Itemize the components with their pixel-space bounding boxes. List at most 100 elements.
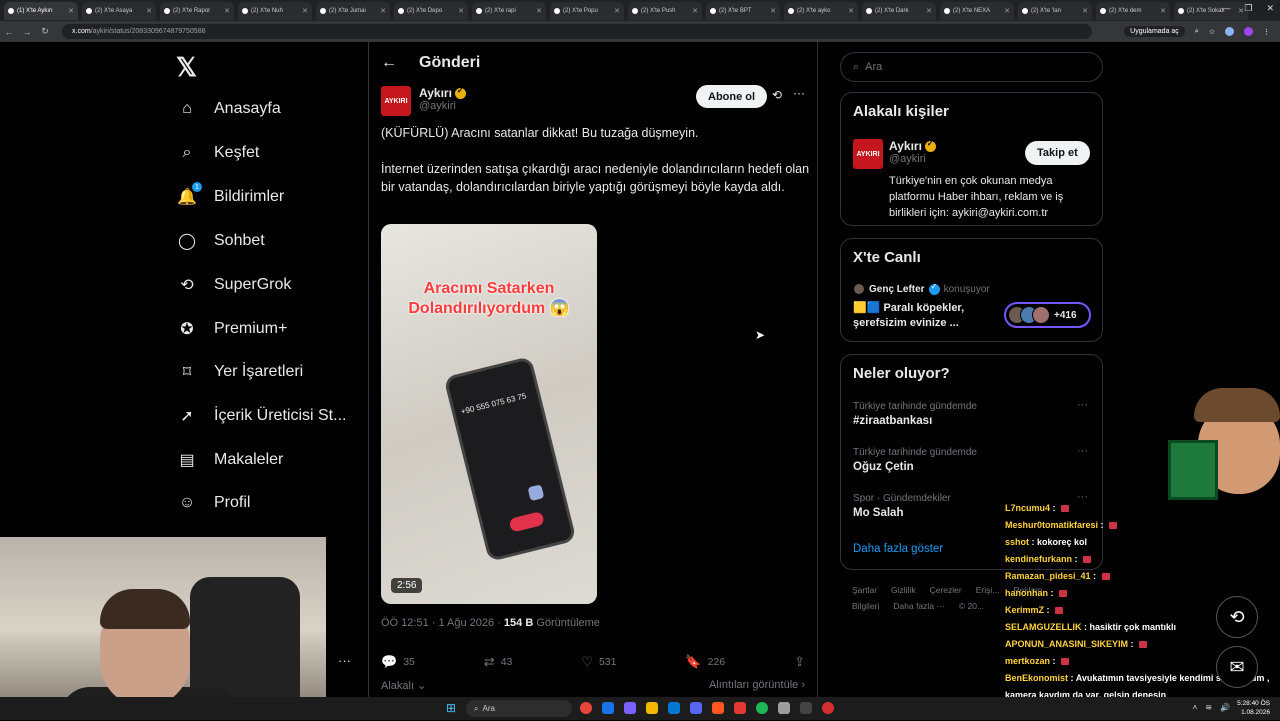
trend-more-icon[interactable]: ···	[1077, 445, 1088, 457]
browser-tab[interactable]: (2) X'te Dark ✕	[862, 1, 936, 20]
back-nav-icon[interactable]: ←	[0, 27, 18, 37]
browser-tab[interactable]: (2) X'te Jumai ✕	[316, 1, 390, 20]
footer-link[interactable]: Erişi...	[976, 585, 1000, 595]
reply-button[interactable]: 💬 35	[381, 654, 415, 670]
live-listeners-pill[interactable]: +416	[1004, 302, 1091, 328]
close-window-icon[interactable]: ✕	[1266, 3, 1274, 14]
folder-icon[interactable]	[646, 702, 658, 714]
messages-fab-icon[interactable]: ✉	[1216, 646, 1258, 688]
close-tab-icon[interactable]: ✕	[224, 7, 230, 15]
browser-tab[interactable]: (2) X'te dem ✕	[1096, 1, 1170, 20]
browser-tab[interactable]: (2) X'te BPT ✕	[706, 1, 780, 20]
chrome-icon[interactable]	[580, 702, 592, 714]
app-icon[interactable]	[778, 702, 790, 714]
footer-link[interactable]: Daha fazla ···	[893, 601, 945, 611]
bookmark-button[interactable]: 🔖 226	[685, 654, 725, 670]
trend-item[interactable]: Spor · Gündemdekiler Mo Salah	[853, 493, 951, 519]
trend-item[interactable]: Türkiye tarihinde gündemde #ziraatbankası	[853, 401, 977, 427]
grok-icon[interactable]: ⟲	[772, 88, 782, 102]
browser-tab[interactable]: (2) X'te Push ✕	[628, 1, 702, 20]
related-sort-dropdown[interactable]: Alakalı ⌄	[381, 679, 426, 692]
close-tab-icon[interactable]: ✕	[380, 7, 386, 15]
avatar[interactable]: AYKIRI	[381, 86, 411, 116]
discord-icon[interactable]	[690, 702, 702, 714]
close-tab-icon[interactable]: ✕	[1160, 7, 1166, 15]
taskbar-search[interactable]: ⌕ Ara	[466, 700, 572, 717]
chevron-up-icon[interactable]: ˄	[1193, 703, 1198, 712]
close-tab-icon[interactable]: ✕	[926, 7, 932, 15]
post-time[interactable]: ÖÖ 12:51 · 1 Ağu 2026 ·	[381, 617, 504, 629]
back-arrow-icon[interactable]: ←	[381, 54, 397, 72]
zoom-icon[interactable]: ⌕	[1195, 28, 1199, 36]
sidebar-item-chat[interactable]: ◯ Sohbet	[176, 230, 265, 252]
author-handle[interactable]: @aykiri	[419, 100, 466, 112]
close-tab-icon[interactable]: ✕	[1004, 7, 1010, 15]
star-icon[interactable]: ☆	[1209, 28, 1215, 36]
app-icon[interactable]	[734, 702, 746, 714]
share-button[interactable]: ⇪	[794, 654, 805, 670]
view-quotes-link[interactable]: Alıntıları görüntüle ›	[709, 679, 805, 692]
footer-link[interactable]: Şartlar	[852, 585, 877, 595]
obs-icon[interactable]	[800, 702, 812, 714]
person-name[interactable]: Aykırı	[889, 139, 922, 153]
close-tab-icon[interactable]: ✕	[770, 7, 776, 15]
browser-tab[interactable]: (2) X'te rapi ✕	[472, 1, 546, 20]
app-icon[interactable]	[822, 702, 834, 714]
close-tab-icon[interactable]: ✕	[614, 7, 620, 15]
taskbar-clock[interactable]: 5:28:40 ÖS 1.08.2026	[1237, 699, 1270, 717]
search-input[interactable]: ⌕ Ara	[840, 52, 1103, 82]
spotify-icon[interactable]	[756, 702, 768, 714]
like-button[interactable]: ♡ 531	[581, 654, 616, 670]
profile-icon[interactable]	[1244, 27, 1253, 36]
browser-tab[interactable]: (2) X'te Rapor ✕	[160, 1, 234, 20]
avatar[interactable]: AYKIRI	[853, 139, 883, 169]
show-more-link[interactable]: Daha fazla göster	[853, 543, 943, 555]
restore-icon[interactable]: ❐	[1244, 3, 1252, 14]
browser-tab[interactable]: (2) X'te Popu ✕	[550, 1, 624, 20]
close-tab-icon[interactable]: ✕	[1082, 7, 1088, 15]
app-icon[interactable]	[712, 702, 724, 714]
related-person[interactable]: AYKIRI Aykırı @aykiri	[853, 139, 936, 169]
browser-tab[interactable]: (1) X'te Aykırı ✕	[4, 1, 78, 20]
close-tab-icon[interactable]: ✕	[536, 7, 542, 15]
app-icon[interactable]	[602, 702, 614, 714]
close-tab-icon[interactable]: ✕	[302, 7, 308, 15]
sidebar-item-person[interactable]: ☺ Profil	[176, 492, 251, 514]
sidebar-item-grok[interactable]: ⟲ SuperGrok	[176, 274, 291, 296]
menu-icon[interactable]: ⋮	[1263, 28, 1270, 36]
grok-fab-icon[interactable]: ⟲	[1216, 596, 1258, 638]
trend-more-icon[interactable]: ···	[1077, 399, 1088, 411]
windows-start-icon[interactable]: ⊞	[446, 701, 456, 715]
close-tab-icon[interactable]: ✕	[68, 7, 74, 15]
url-field[interactable]: x.com/aykiri/status/2083309674879750588	[62, 24, 1092, 39]
close-tab-icon[interactable]: ✕	[848, 7, 854, 15]
footer-link[interactable]: © 20...	[959, 601, 984, 611]
close-tab-icon[interactable]: ✕	[146, 7, 152, 15]
footer-link[interactable]: Gizlilik	[891, 585, 916, 595]
browser-tab[interactable]: (2) X'te 'lan ✕	[1018, 1, 1092, 20]
open-in-app-button[interactable]: Uygulamada aç	[1124, 26, 1185, 37]
repost-button[interactable]: ⇄ 43	[484, 654, 513, 670]
post-author[interactable]: AYKIRI Aykırı @aykiri	[381, 86, 466, 116]
x-logo-icon[interactable]: 𝕏	[176, 52, 197, 83]
sidebar-item-verified[interactable]: ✪ Premium+	[176, 318, 287, 340]
trend-item[interactable]: Türkiye tarihinde gündemde Oğuz Çetin	[853, 447, 977, 473]
volume-icon[interactable]: 🔊	[1220, 703, 1230, 712]
minimize-icon[interactable]: —	[1221, 3, 1230, 14]
post-video[interactable]: Aracımı Satarken Dolandırılıyordum 😱 +90…	[381, 224, 597, 604]
author-name[interactable]: Aykırı	[419, 86, 452, 100]
sidebar-item-home[interactable]: ⌂ Anasayfa	[176, 98, 281, 120]
reload-icon[interactable]: ↻	[36, 26, 54, 37]
sidebar-item-bell[interactable]: 🔔 1 Bildirimler	[176, 182, 284, 208]
live-host[interactable]: Genç Lefter konuşuyor	[853, 282, 990, 295]
footer-link[interactable]: Çerezler	[930, 585, 962, 595]
sidebar-item-bookmark[interactable]: ⌑ Yer İşaretleri	[176, 361, 303, 383]
app-icon[interactable]	[624, 702, 636, 714]
sidebar-item-rocket[interactable]: ➚ İçerik Üreticisi St...	[176, 405, 346, 427]
extension-icon[interactable]	[1225, 27, 1234, 36]
close-tab-icon[interactable]: ✕	[458, 7, 464, 15]
browser-tab[interactable]: (2) X'te ayko ✕	[784, 1, 858, 20]
close-tab-icon[interactable]: ✕	[692, 7, 698, 15]
browser-tab[interactable]: (2) X'te NEXA ✕	[940, 1, 1014, 20]
edge-icon[interactable]	[668, 702, 680, 714]
